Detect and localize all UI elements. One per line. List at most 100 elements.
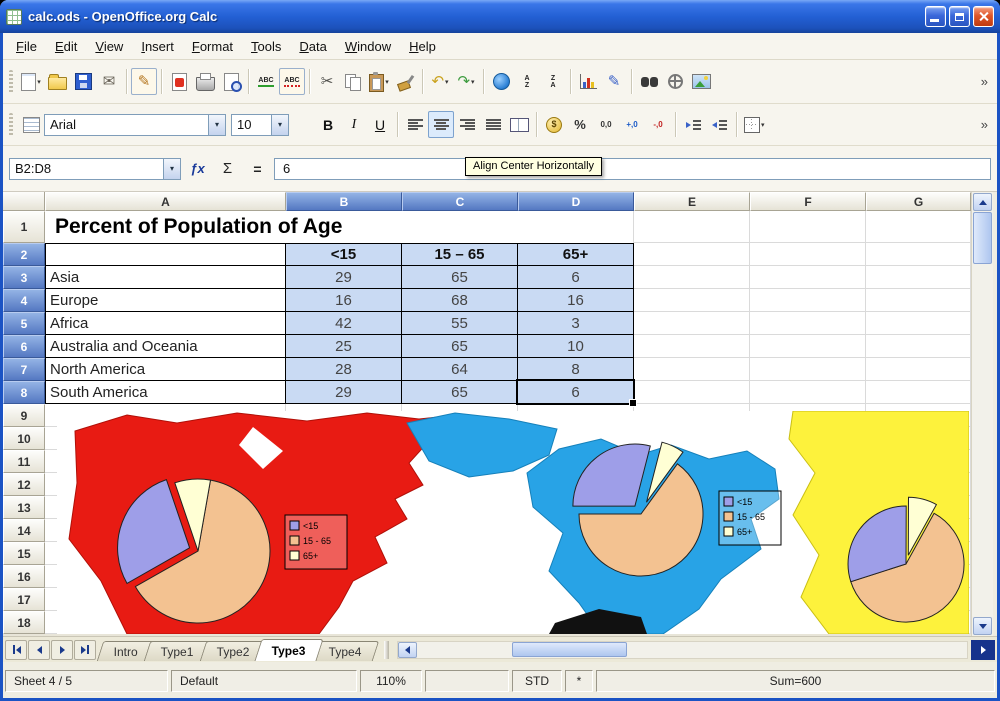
page-preview-button[interactable] (218, 68, 244, 95)
cell-F1[interactable] (750, 211, 866, 243)
cell-C2[interactable]: 15 – 65 (402, 243, 518, 266)
row-header-12[interactable]: 12 (3, 473, 45, 496)
cell-E7[interactable] (634, 358, 750, 381)
row-header-2[interactable]: 2 (3, 243, 45, 266)
cell-D2[interactable]: 65+ (518, 243, 634, 266)
row-header-16[interactable]: 16 (3, 565, 45, 588)
last-sheet-button[interactable] (74, 640, 96, 660)
active-cell-outline[interactable] (516, 379, 635, 405)
menu-help[interactable]: Help (400, 35, 445, 58)
column-header-A[interactable]: A (45, 192, 286, 211)
toolbar-grip[interactable] (9, 113, 13, 137)
status-zoom[interactable]: 110% (360, 670, 422, 692)
spellcheck-button[interactable]: ABC (253, 68, 279, 95)
cell-A6[interactable]: Australia and Oceania (45, 335, 286, 358)
sum-button[interactable]: Σ (214, 157, 241, 181)
open-button[interactable] (44, 68, 70, 95)
decrease-indent-button[interactable] (680, 111, 706, 138)
menu-window[interactable]: Window (336, 35, 400, 58)
cell-G2[interactable] (866, 243, 971, 266)
cell-A4[interactable]: Europe (45, 289, 286, 312)
cell-E6[interactable] (634, 335, 750, 358)
row-header-14[interactable]: 14 (3, 519, 45, 542)
world-map[interactable]: <1515 - 6565+<1515 - 6565+ (57, 411, 969, 634)
close-button[interactable] (973, 6, 994, 27)
row-header-18[interactable]: 18 (3, 611, 45, 634)
navigator-button[interactable] (662, 68, 688, 95)
row-header-4[interactable]: 4 (3, 289, 45, 312)
copy-button[interactable] (340, 68, 366, 95)
sheet-tab-type3[interactable]: Type3 (255, 639, 324, 661)
previous-sheet-button[interactable] (28, 640, 50, 660)
cell-C8[interactable]: 65 (402, 381, 518, 404)
gallery-button[interactable] (688, 68, 714, 95)
cell-A1[interactable]: Percent of Population of Age (45, 211, 634, 243)
paste-button[interactable]: ▾ (366, 68, 392, 95)
cell-E1[interactable] (634, 211, 750, 243)
cell-F4[interactable] (750, 289, 866, 312)
italic-button[interactable]: I (341, 111, 367, 138)
cell-C7[interactable]: 64 (402, 358, 518, 381)
cell-B5[interactable]: 42 (286, 312, 402, 335)
first-sheet-button[interactable] (5, 640, 27, 660)
tab-splitter[interactable] (384, 641, 389, 659)
cell-E3[interactable] (634, 266, 750, 289)
cell-F2[interactable] (750, 243, 866, 266)
delete-decimal-button[interactable]: -,0 (645, 111, 671, 138)
cell-E2[interactable] (634, 243, 750, 266)
align-center-button[interactable] (428, 111, 454, 138)
styles-button[interactable] (18, 111, 44, 138)
cell-C3[interactable]: 65 (402, 266, 518, 289)
font-name-combo[interactable]: Arial ▾ (44, 114, 226, 136)
column-header-F[interactable]: F (750, 192, 866, 211)
cell-A2[interactable] (45, 243, 286, 266)
horizontal-scroll-track[interactable] (417, 642, 967, 658)
cell-C6[interactable]: 65 (402, 335, 518, 358)
horizontal-scroll-thumb[interactable] (512, 642, 627, 657)
status-sum[interactable]: Sum=600 (596, 670, 995, 692)
bold-button[interactable]: B (315, 111, 341, 138)
cell-D5[interactable]: 3 (518, 312, 634, 335)
insert-chart-button[interactable] (575, 68, 601, 95)
column-header-D[interactable]: D (518, 192, 634, 211)
status-page-style[interactable]: Default (171, 670, 357, 692)
menu-edit[interactable]: Edit (46, 35, 86, 58)
cell-G5[interactable] (866, 312, 971, 335)
cell-A5[interactable]: Africa (45, 312, 286, 335)
chevron-down-icon[interactable]: ▾ (163, 159, 180, 179)
status-selection-mode[interactable]: STD (512, 670, 562, 692)
redo-button[interactable]: ↷▾ (453, 68, 479, 95)
minimize-button[interactable] (925, 6, 946, 27)
menu-view[interactable]: View (86, 35, 132, 58)
scroll-up-button[interactable] (973, 193, 992, 211)
sheet-tab-type4[interactable]: Type4 (312, 641, 379, 661)
toolbar-overflow-icon[interactable]: » (977, 74, 992, 89)
toolbar-overflow-icon[interactable]: » (977, 117, 992, 132)
function-button[interactable]: = (244, 157, 271, 181)
cells-viewport[interactable]: <1515 - 6565+<1515 - 6565+ Percent of Po… (45, 211, 971, 634)
next-sheet-button[interactable] (51, 640, 73, 660)
row-header-7[interactable]: 7 (3, 358, 45, 381)
menu-insert[interactable]: Insert (132, 35, 183, 58)
merge-cells-button[interactable] (506, 111, 532, 138)
cell-E8[interactable] (634, 381, 750, 404)
cell-G6[interactable] (866, 335, 971, 358)
column-header-G[interactable]: G (866, 192, 971, 211)
cell-D3[interactable]: 6 (518, 266, 634, 289)
save-button[interactable] (70, 68, 96, 95)
cell-E5[interactable] (634, 312, 750, 335)
cell-B2[interactable]: <15 (286, 243, 402, 266)
cell-B6[interactable]: 25 (286, 335, 402, 358)
row-header-9[interactable]: 9 (3, 404, 45, 427)
row-header-13[interactable]: 13 (3, 496, 45, 519)
select-all-corner[interactable] (3, 192, 45, 211)
row-header-10[interactable]: 10 (3, 427, 45, 450)
cell-D7[interactable]: 8 (518, 358, 634, 381)
column-header-E[interactable]: E (634, 192, 750, 211)
borders-button[interactable]: ▾ (741, 111, 768, 138)
hyperlink-button[interactable] (488, 68, 514, 95)
name-box[interactable]: B2:D8 ▾ (9, 158, 181, 180)
cell-F6[interactable] (750, 335, 866, 358)
export-pdf-button[interactable] (166, 68, 192, 95)
cell-F7[interactable] (750, 358, 866, 381)
